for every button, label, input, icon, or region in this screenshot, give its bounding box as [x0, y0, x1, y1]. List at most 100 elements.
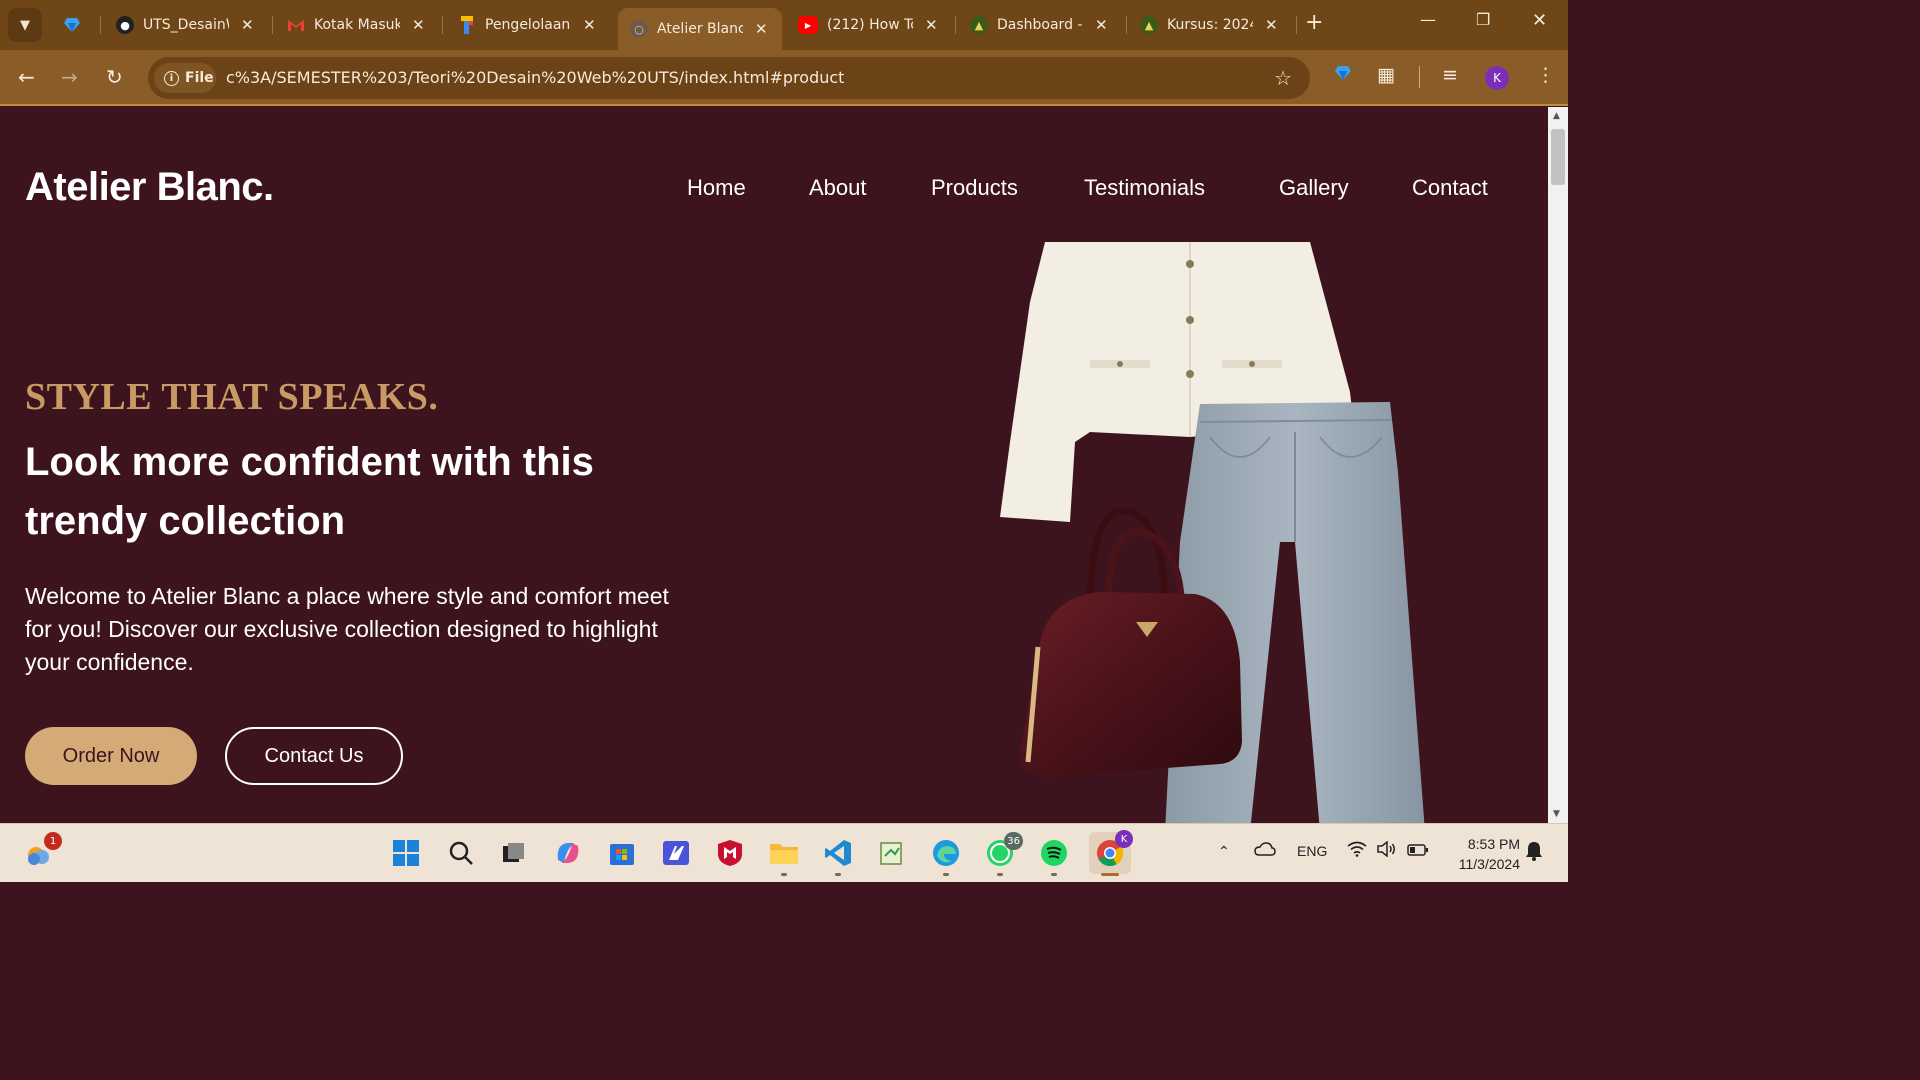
nav-link-testimonials[interactable]: Testimonials	[1084, 175, 1205, 201]
site-logo[interactable]: Atelier Blanc.	[25, 165, 274, 210]
media-control-button[interactable]: ≡	[1442, 64, 1458, 86]
close-icon[interactable]: ✕	[755, 20, 768, 38]
tab-separator	[1296, 16, 1297, 34]
site-info-button[interactable]: i File	[154, 63, 216, 93]
tab-title: UTS_DesainW	[143, 17, 229, 33]
tab-pengelolaan[interactable]: Pengelolaan ✕	[446, 8, 612, 42]
tab-dashboard[interactable]: ▲ Dashboard - ✕	[958, 8, 1124, 42]
close-icon[interactable]: ✕	[412, 16, 425, 34]
close-icon[interactable]: ✕	[241, 16, 254, 34]
tab-title: Dashboard -	[997, 17, 1083, 33]
show-hidden-icons-button[interactable]: ⌃	[1218, 843, 1230, 860]
close-icon[interactable]: ✕	[1095, 16, 1108, 34]
nav-link-home[interactable]: Home	[687, 175, 746, 201]
wifi-icon	[1347, 841, 1367, 857]
restore-icon: ❐	[1476, 10, 1491, 29]
scroll-down-icon[interactable]: ▼	[1553, 809, 1560, 819]
app-notepad-button[interactable]	[875, 836, 909, 870]
tab-strip: ▼ ● UTS_DesainW ✕ Kotak Masuk ✕ Pengelol…	[0, 0, 1568, 50]
nav-link-about[interactable]: About	[809, 175, 867, 201]
profile-avatar[interactable]: K	[1485, 66, 1509, 90]
nav-link-gallery[interactable]: Gallery	[1279, 175, 1349, 201]
diamond-icon	[1335, 66, 1351, 80]
chrome-button[interactable]: K	[1089, 830, 1133, 876]
close-window-button[interactable]: ✕	[1532, 10, 1547, 31]
browser-toolbar: ← → ↻ i File c%3A/SEMESTER%203/Teori%20D…	[0, 50, 1568, 106]
gmail-icon	[287, 16, 305, 34]
extension-button[interactable]	[1334, 64, 1352, 86]
close-icon[interactable]: ✕	[1265, 16, 1278, 34]
arrow-right-icon: →	[61, 65, 78, 89]
playlist-icon: ≡	[1442, 64, 1458, 86]
shield-icon	[718, 840, 742, 866]
tab-github[interactable]: ● UTS_DesainW ✕	[104, 8, 270, 42]
cloud-icon	[1254, 842, 1276, 856]
task-view-button[interactable]	[497, 836, 531, 870]
tab-title: (212) How To	[827, 17, 913, 33]
university-icon: ▲	[1140, 16, 1158, 34]
url-text[interactable]: c%3A/SEMESTER%203/Teori%20Desain%20Web%2…	[226, 68, 844, 87]
unread-badge: 36	[1004, 832, 1023, 850]
running-indicator	[781, 873, 787, 876]
github-icon: ●	[116, 16, 134, 34]
vscode-button[interactable]	[821, 836, 855, 876]
tab-youtube[interactable]: ▶ (212) How To ✕	[786, 8, 952, 42]
extensions-menu-button[interactable]: ▦	[1377, 64, 1395, 86]
tab-title: Pengelolaan	[485, 17, 571, 33]
language-indicator[interactable]: ENG	[1297, 843, 1327, 859]
pinned-tab[interactable]	[60, 14, 84, 36]
app-button[interactable]	[659, 836, 693, 870]
active-indicator	[1101, 873, 1119, 876]
restore-button[interactable]: ❐	[1476, 10, 1490, 29]
tab-kursus[interactable]: ▲ Kursus: 2024 ✕	[1128, 8, 1294, 42]
browser-menu-button[interactable]: ⋮	[1536, 64, 1555, 86]
spotify-button[interactable]	[1037, 836, 1071, 876]
widgets-button[interactable]: 1	[22, 832, 62, 870]
file-explorer-button[interactable]	[767, 836, 801, 876]
running-indicator	[997, 873, 1003, 876]
onedrive-button[interactable]	[1254, 842, 1276, 859]
university-icon: ▲	[970, 16, 988, 34]
network-button[interactable]	[1347, 841, 1367, 860]
forward-button[interactable]: →	[61, 65, 78, 89]
reload-button[interactable]: ↻	[106, 65, 123, 89]
edge-button[interactable]	[929, 836, 963, 876]
tab-search-button[interactable]: ▼	[8, 8, 42, 42]
microsoft-store-button[interactable]	[605, 836, 639, 870]
back-button[interactable]: ←	[18, 65, 35, 89]
start-button[interactable]	[389, 836, 423, 870]
battery-button[interactable]	[1407, 843, 1429, 859]
mcafee-button[interactable]	[713, 836, 747, 870]
tab-atelier-blanc[interactable]: ○ Atelier Blanc ✕	[618, 8, 782, 50]
system-clock[interactable]: 8:53 PM 11/3/2024	[1440, 834, 1520, 874]
search-icon	[449, 841, 473, 865]
notification-badge: 1	[44, 832, 62, 850]
tab-title: Atelier Blanc	[657, 21, 743, 37]
chevron-up-icon: ⌃	[1218, 843, 1230, 859]
page-scrollbar[interactable]: ▲ ▼	[1548, 107, 1568, 823]
plus-icon: +	[1305, 10, 1324, 35]
order-now-button[interactable]: Order Now	[25, 727, 197, 785]
windows-icon	[393, 840, 419, 866]
running-indicator	[835, 873, 841, 876]
search-button[interactable]	[444, 836, 478, 870]
close-icon[interactable]: ✕	[925, 16, 938, 34]
bookmark-star-button[interactable]: ☆	[1274, 66, 1292, 90]
nav-link-contact[interactable]: Contact	[1412, 175, 1488, 201]
new-tab-button[interactable]: +	[1305, 10, 1323, 35]
close-icon: ✕	[1532, 10, 1548, 31]
minimize-icon: —	[1420, 10, 1436, 29]
close-icon[interactable]: ✕	[583, 16, 596, 34]
notifications-button[interactable]	[1525, 841, 1543, 864]
whatsapp-button[interactable]: 36	[983, 832, 1023, 876]
volume-button[interactable]	[1377, 840, 1397, 860]
hero-description: Welcome to Atelier Blanc a place where s…	[25, 583, 669, 675]
tab-gmail[interactable]: Kotak Masuk ✕	[275, 8, 441, 42]
address-bar[interactable]: i File c%3A/SEMESTER%203/Teori%20Desain%…	[148, 57, 1310, 99]
scroll-up-icon[interactable]: ▲	[1553, 111, 1560, 121]
contact-us-button[interactable]: Contact Us	[225, 727, 403, 785]
nav-link-products[interactable]: Products	[931, 175, 1018, 201]
scrollbar-thumb[interactable]	[1551, 129, 1565, 185]
copilot-button[interactable]	[551, 836, 585, 870]
minimize-button[interactable]: —	[1420, 10, 1436, 29]
